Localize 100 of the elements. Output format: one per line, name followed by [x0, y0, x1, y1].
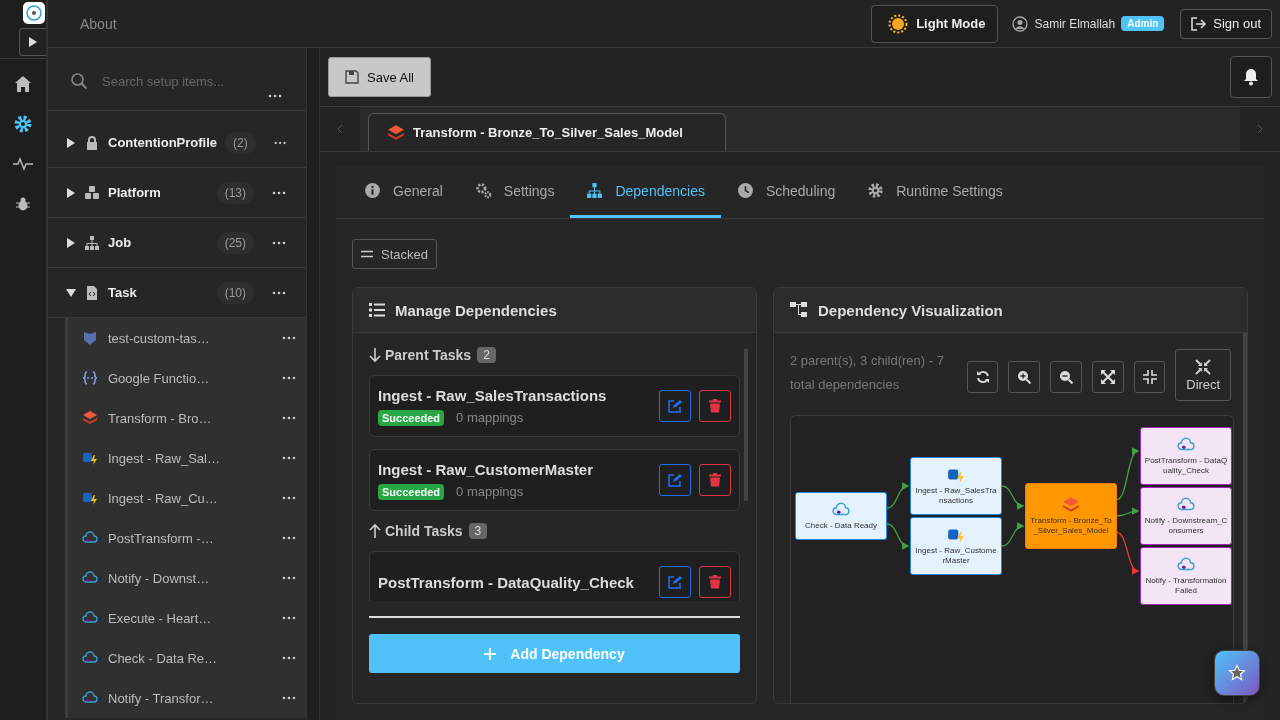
tree-item[interactable]: Google Functio… — [68, 358, 306, 398]
card-title: Dependency Visualization — [818, 301, 1003, 319]
tab[interactable]: Dependencies — [570, 166, 721, 218]
section-title: Child Tasks — [385, 523, 463, 539]
task-name: PostTransform - DataQuality_Check — [378, 573, 635, 591]
count-badge: (25) — [216, 231, 254, 254]
trash-icon — [709, 399, 721, 413]
stacked-toggle[interactable]: Stacked — [352, 239, 437, 269]
hierarchy-icon — [790, 302, 808, 318]
sign-out-button[interactable]: Sign out — [1180, 8, 1272, 39]
tab[interactable]: Scheduling — [720, 166, 852, 218]
more-icon[interactable] — [282, 376, 296, 380]
light-mode-button[interactable]: Light Mode — [871, 4, 999, 43]
zoom-out-button[interactable] — [1050, 361, 1082, 393]
document-tab[interactable]: Transform - Bronze_To_Silver_Sales_Model — [368, 113, 726, 151]
tree-item[interactable]: Execute - Heart… — [68, 598, 306, 638]
task-node[interactable]: Transform - Bronze_To_Silver_Sales_Model — [1025, 483, 1117, 549]
tree-group[interactable]: Job (25) — [48, 218, 306, 268]
group-label: Job — [108, 235, 133, 250]
task-node[interactable]: Notify - Downstream_Consumers — [1140, 487, 1232, 545]
task-node[interactable]: Ingest - Raw_SalesTransactions — [910, 457, 1002, 515]
tree-item[interactable]: Ingest - Raw_Cu… — [68, 478, 306, 518]
tab[interactable]: Settings — [458, 166, 571, 218]
dependency-summary: 2 parent(s), 3 child(ren) - 7 total dependencies — [790, 352, 945, 394]
edit-button[interactable] — [659, 566, 691, 598]
delete-button[interactable] — [699, 566, 731, 598]
task-name: Ingest - Raw_CustomerMaster — [378, 460, 595, 478]
more-icon[interactable] — [272, 240, 286, 245]
arrow-up-icon — [369, 523, 381, 539]
delete-button[interactable] — [699, 390, 731, 422]
tree-item[interactable]: Notify - Downst… — [68, 558, 306, 598]
cloud-icon — [82, 570, 98, 586]
group-label: Task — [108, 285, 138, 300]
more-icon[interactable] — [282, 616, 296, 620]
status-badge: Succeeded — [378, 483, 445, 500]
connector-arrow — [886, 523, 910, 549]
tree-group[interactable]: Platform (13) — [48, 168, 306, 218]
mapping-count: 0 mappings — [456, 484, 524, 499]
edit-button[interactable] — [659, 390, 691, 422]
star-icon — [1228, 664, 1246, 682]
task-node[interactable]: Check - Data Ready — [795, 492, 887, 540]
tab[interactable]: General — [348, 166, 459, 218]
scrollbar[interactable] — [306, 48, 320, 720]
zoom-in-button[interactable] — [1008, 361, 1041, 393]
save-all-button[interactable]: Save All — [328, 57, 431, 97]
edit-icon — [668, 473, 682, 487]
gear-icon — [867, 182, 885, 199]
task-node[interactable]: Notify - Transformation Failed — [1140, 547, 1232, 605]
more-icon[interactable] — [272, 290, 286, 295]
about-link[interactable]: About — [80, 15, 117, 32]
connector-arrow — [1001, 523, 1025, 547]
edit-icon — [668, 575, 682, 589]
tree-item[interactable]: PostTransform -… — [68, 518, 306, 558]
tree-item[interactable]: test-custom-tas… — [68, 318, 306, 358]
more-icon[interactable] — [282, 536, 296, 540]
count-badge: 2 — [477, 347, 496, 363]
task-node[interactable]: Ingest - Raw_CustomerMaster — [910, 517, 1002, 575]
edit-button[interactable] — [659, 464, 691, 496]
tree-item[interactable]: Notify - Transfor… — [68, 678, 306, 718]
hierarchy-icon — [84, 234, 100, 251]
status-badge: Succeeded — [378, 409, 445, 426]
more-icon[interactable] — [282, 456, 296, 460]
save-icon — [345, 70, 359, 84]
expand-button[interactable] — [19, 28, 46, 56]
tree-item[interactable]: Ingest - Raw_Sal… — [68, 438, 306, 478]
tab[interactable]: Runtime Settings — [851, 166, 1019, 218]
app-logo[interactable] — [23, 2, 45, 24]
cloud-icon — [82, 650, 98, 666]
section-title: Parent Tasks — [385, 347, 472, 363]
group-label: Platform — [108, 185, 162, 200]
notifications-button[interactable] — [1230, 56, 1272, 98]
tree-item[interactable]: Transform - Bro… — [68, 398, 306, 438]
task-node[interactable]: PostTransform - DataQuality_Check — [1140, 427, 1232, 485]
more-icon[interactable] — [282, 576, 296, 580]
card-title: Manage Dependencies — [395, 301, 557, 319]
pipe-bolt-icon — [82, 490, 98, 506]
more-icon[interactable] — [273, 140, 286, 145]
task-name: Ingest - Raw_SalesTransactions — [378, 386, 608, 404]
more-icon[interactable] — [282, 496, 296, 500]
more-icon[interactable] — [282, 696, 296, 700]
search-field[interactable]: Search setup items... — [100, 72, 284, 90]
more-icon[interactable] — [272, 190, 286, 195]
fit-button[interactable] — [1091, 361, 1124, 393]
delete-button[interactable] — [699, 464, 731, 496]
equals-icon — [361, 250, 373, 258]
compress-button[interactable] — [1133, 361, 1166, 393]
more-icon[interactable] — [282, 656, 296, 660]
tree-item[interactable]: Check - Data Re… — [68, 638, 306, 678]
more-icon[interactable] — [282, 336, 296, 340]
more-icon[interactable] — [282, 416, 296, 420]
refresh-button[interactable] — [966, 361, 999, 393]
chevron-right-icon — [1257, 124, 1263, 134]
favorite-button[interactable] — [1214, 650, 1260, 696]
cloud-icon — [82, 530, 98, 546]
cubes-icon — [84, 184, 100, 201]
direct-button[interactable]: Direct — [1175, 349, 1232, 401]
lock-icon — [84, 134, 100, 151]
tree-group[interactable]: ContentionProfile (2) — [48, 118, 306, 168]
info-icon — [364, 182, 381, 199]
more-icon[interactable] — [268, 94, 282, 98]
